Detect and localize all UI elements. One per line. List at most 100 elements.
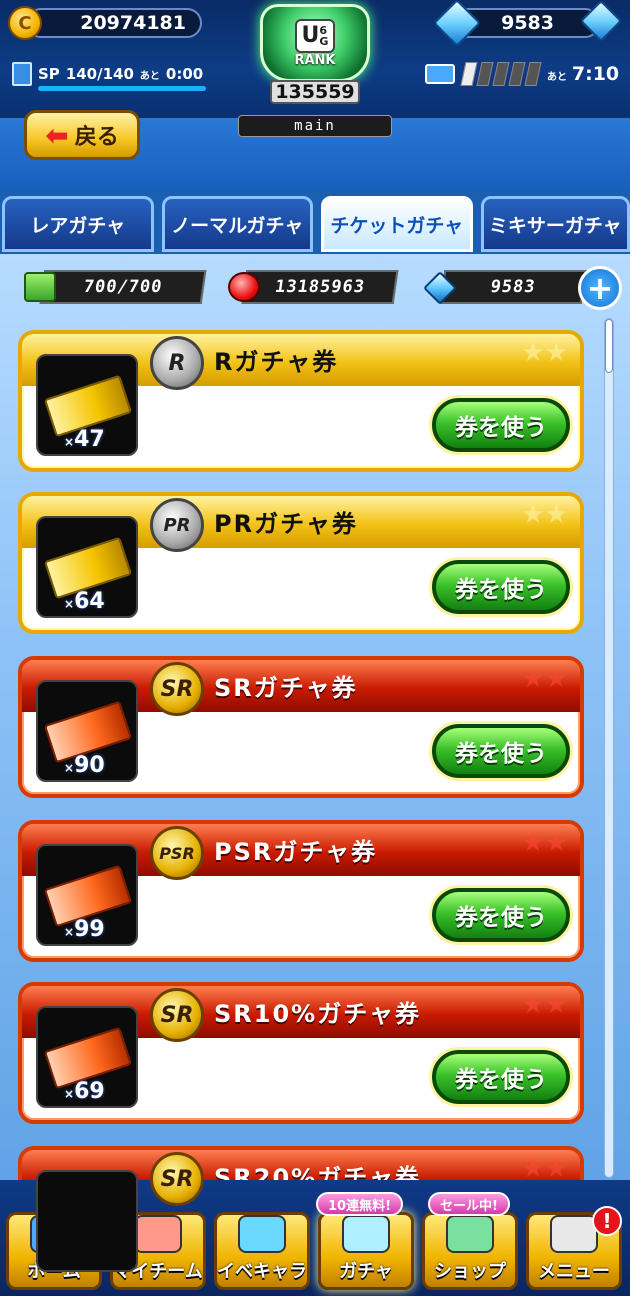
grade-psr-icon: PSR bbox=[150, 826, 204, 880]
ticket-count: ×69 bbox=[64, 1079, 105, 1104]
stamina-bars bbox=[460, 62, 542, 86]
menu-notification-badge: ! bbox=[592, 1206, 622, 1236]
nav-gacha[interactable]: ガチャ bbox=[318, 1212, 414, 1290]
rank-word: RANK bbox=[294, 52, 336, 68]
team-icon bbox=[134, 1215, 182, 1253]
add-gems-button[interactable]: + bbox=[578, 266, 622, 310]
sp-status: SP 140/140 あと 0:00 bbox=[12, 60, 203, 88]
count-value: 69 bbox=[74, 1079, 105, 1104]
grade-r-icon: R bbox=[150, 336, 204, 390]
ticket-count: ×64 bbox=[64, 589, 105, 614]
use-ticket-button[interactable]: 券を使う bbox=[432, 724, 570, 778]
ticket-thumbnail: ×64 bbox=[36, 516, 138, 618]
shop-icon bbox=[446, 1215, 494, 1253]
count-value: 90 bbox=[74, 753, 105, 778]
rank-g: G bbox=[319, 34, 329, 48]
nav-label: ガチャ bbox=[339, 1261, 393, 1282]
sp-label: SP bbox=[38, 65, 60, 83]
count-value: 47 bbox=[74, 427, 105, 452]
ticket-title: PRガチャ券 bbox=[214, 510, 358, 538]
tab-label: ミキサーガチャ bbox=[488, 214, 622, 237]
ticket-card: ★★ SR SR10%ガチャ券 ×69 券を使う bbox=[18, 982, 584, 1124]
stamina-time-value: 7:10 bbox=[571, 63, 620, 85]
back-button-label: 戻る bbox=[74, 125, 119, 150]
tab-ticket-gacha[interactable]: チケットガチャ bbox=[321, 196, 473, 252]
stamina-bar-2 bbox=[476, 62, 494, 86]
stamina-bar-5 bbox=[524, 62, 542, 86]
back-button[interactable]: ⬅ 戻る bbox=[24, 110, 140, 160]
deck-name: main bbox=[238, 115, 392, 137]
nav-event-chara[interactable]: イベキャラ bbox=[214, 1212, 310, 1290]
rank-badge[interactable]: U6G RANK 135559 bbox=[240, 4, 390, 110]
currency-row: 700/700 13185963 9583 + bbox=[18, 266, 628, 310]
count-value: 64 bbox=[74, 589, 105, 614]
ticket-title: SRガチャ券 bbox=[214, 674, 358, 702]
rank-emblem-icon: U6G RANK bbox=[260, 4, 370, 82]
ticket-thumbnail: ×90 bbox=[36, 680, 138, 782]
ticket-title: Rガチャ券 bbox=[214, 348, 339, 376]
ticket-thumbnail: ×47 bbox=[36, 354, 138, 456]
ticket-card: ★★ PR PRガチャ券 ×64 券を使う bbox=[18, 492, 584, 634]
tab-label: ノーマルガチャ bbox=[171, 214, 304, 237]
gacha-tabs: レアガチャ ノーマルガチャ チケットガチャ ミキサーガチャ bbox=[0, 196, 630, 256]
use-ticket-button[interactable]: 券を使う bbox=[432, 888, 570, 942]
sp-value: 140/140 bbox=[65, 65, 134, 83]
stamina-time: あと 7:10 bbox=[547, 63, 619, 85]
use-ticket-button[interactable]: 券を使う bbox=[432, 398, 570, 452]
star-decoration-icon: ★★ bbox=[521, 500, 568, 530]
sp-ato-label: あと bbox=[139, 70, 160, 82]
grade-sr-icon: SR bbox=[150, 1152, 204, 1206]
sp-bar bbox=[38, 86, 206, 91]
ticket-card: ★★ PSR PSRガチャ券 ×99 券を使う bbox=[18, 820, 584, 962]
gacha-icon bbox=[342, 1215, 390, 1253]
tab-label: レアガチャ bbox=[30, 214, 126, 237]
coin-icon: C bbox=[8, 6, 42, 40]
stamina-bar-4 bbox=[508, 62, 526, 86]
stamina-bar-3 bbox=[492, 62, 510, 86]
nav-label: メニュー bbox=[538, 1261, 610, 1282]
use-ticket-button[interactable]: 券を使う bbox=[432, 1050, 570, 1104]
tab-normal-gacha[interactable]: ノーマルガチャ bbox=[161, 196, 313, 252]
ticket-card: ★★ SR SRガチャ券 ×90 券を使う bbox=[18, 656, 584, 798]
count-prefix: × bbox=[64, 435, 75, 449]
ticket-thumbnail bbox=[36, 1170, 138, 1272]
grade-pr-icon: PR bbox=[150, 498, 204, 552]
ticket-thumbnail: ×99 bbox=[36, 844, 138, 946]
gacha-free-tag: 10連無料! bbox=[316, 1192, 404, 1216]
star-decoration-icon: ★★ bbox=[521, 338, 568, 368]
box-count: 700/700 bbox=[39, 270, 207, 304]
scrollbar-thumb[interactable] bbox=[605, 319, 613, 373]
star-decoration-icon: ★★ bbox=[521, 664, 568, 694]
grade-sr-icon: SR bbox=[150, 662, 204, 716]
stamina-status: あと 7:10 bbox=[425, 60, 619, 88]
tab-rare-gacha[interactable]: レアガチャ bbox=[2, 196, 154, 252]
star-decoration-icon: ★★ bbox=[521, 990, 568, 1020]
rank-value: 135559 bbox=[270, 80, 360, 104]
count-prefix: × bbox=[64, 597, 75, 611]
ticket-count: ×90 bbox=[64, 753, 105, 778]
nav-label: イベキャラ bbox=[217, 1261, 307, 1282]
ticket-count: ×47 bbox=[64, 427, 105, 452]
ticket-title: PSRガチャ券 bbox=[214, 838, 378, 866]
scrollbar[interactable] bbox=[604, 318, 614, 1178]
sp-time: 0:00 bbox=[165, 65, 204, 83]
stamina-ato-label: あと bbox=[547, 72, 567, 83]
top-hud: C 20974181 9583 SP 140/140 あと 0:00 U6G R… bbox=[0, 0, 630, 118]
event-chara-icon bbox=[238, 1215, 286, 1253]
coin-balance: 20974181 bbox=[26, 8, 202, 38]
ticket-title: SR10%ガチャ券 bbox=[214, 1000, 421, 1028]
rank-u: U bbox=[301, 23, 320, 48]
nav-label: ショップ bbox=[434, 1261, 506, 1282]
nav-shop[interactable]: ショップ bbox=[422, 1212, 518, 1290]
tab-mixer-gacha[interactable]: ミキサーガチャ bbox=[480, 196, 630, 252]
stamina-ticket-icon bbox=[425, 64, 455, 84]
ball-count: 13185963 bbox=[241, 270, 399, 304]
use-ticket-button[interactable]: 券を使う bbox=[432, 560, 570, 614]
star-decoration-icon: ★★ bbox=[521, 828, 568, 858]
count-prefix: × bbox=[64, 925, 75, 939]
ticket-count: ×99 bbox=[64, 917, 105, 942]
rank-ug-mark: U6G bbox=[295, 18, 335, 53]
ball-icon bbox=[228, 272, 260, 302]
count-value: 99 bbox=[74, 917, 105, 942]
grade-sr-icon: SR bbox=[150, 988, 204, 1042]
